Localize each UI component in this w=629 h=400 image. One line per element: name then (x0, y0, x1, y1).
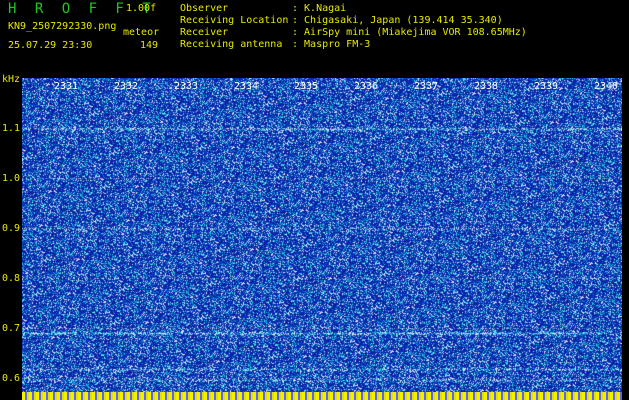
x-tick: 2333 (174, 81, 199, 92)
info-key: Receiver (180, 27, 229, 38)
y-axis-unit: kHz (2, 74, 21, 85)
y-tick: 0.9 (2, 223, 21, 234)
y-tick: 0.7 (2, 323, 21, 334)
y-tick: 0.8 (2, 273, 21, 284)
x-tick: 2339 (534, 81, 559, 92)
info-key: Observer (180, 3, 229, 14)
info-key: Receiving antenna (180, 39, 283, 50)
info-value: : Maspro FM-3 (292, 39, 371, 50)
x-tick: 2334 (234, 81, 259, 92)
x-tick: 2332 (114, 81, 139, 92)
meteor-count: 149 (140, 40, 159, 51)
info-value: : Chigasaki, Japan (139.414 35.340) (292, 15, 503, 26)
x-tick: 2335 (294, 81, 319, 92)
info-value: : AirSpy mini (Miakejima VOR 108.65MHz) (292, 27, 527, 38)
x-tick: 2338 (474, 81, 499, 92)
bottom-signal-bar (22, 392, 622, 400)
y-tick: 1.1 (2, 123, 21, 134)
info-key: Receiving Location (180, 15, 289, 26)
info-antenna: Receiving antenna : Maspro FM-3 (180, 39, 370, 50)
info-location: Receiving Location: Chigasaki, Japan (13… (180, 15, 503, 26)
file-name: KN9_2507292330.png (8, 21, 117, 32)
x-tick: 2331 (54, 81, 79, 92)
y-tick: 1.0 (2, 173, 21, 184)
info-receiver: Receiver : AirSpy mini (Miakejima VOR 108… (180, 27, 527, 38)
meteor-label: meteor (123, 27, 160, 38)
info-observer: Observer : K.Nagai (180, 3, 346, 14)
x-tick: 2340 (594, 81, 619, 92)
x-tick: 2337 (414, 81, 439, 92)
spectrogram-canvas (22, 78, 622, 400)
spectrogram (22, 78, 622, 400)
x-tick: 2336 (354, 81, 379, 92)
version-label: 1.00f (126, 3, 157, 14)
y-tick: 0.6 (2, 373, 21, 384)
date-time: 25.07.29 23:30 (8, 40, 93, 51)
info-value: : K.Nagai (292, 3, 347, 14)
